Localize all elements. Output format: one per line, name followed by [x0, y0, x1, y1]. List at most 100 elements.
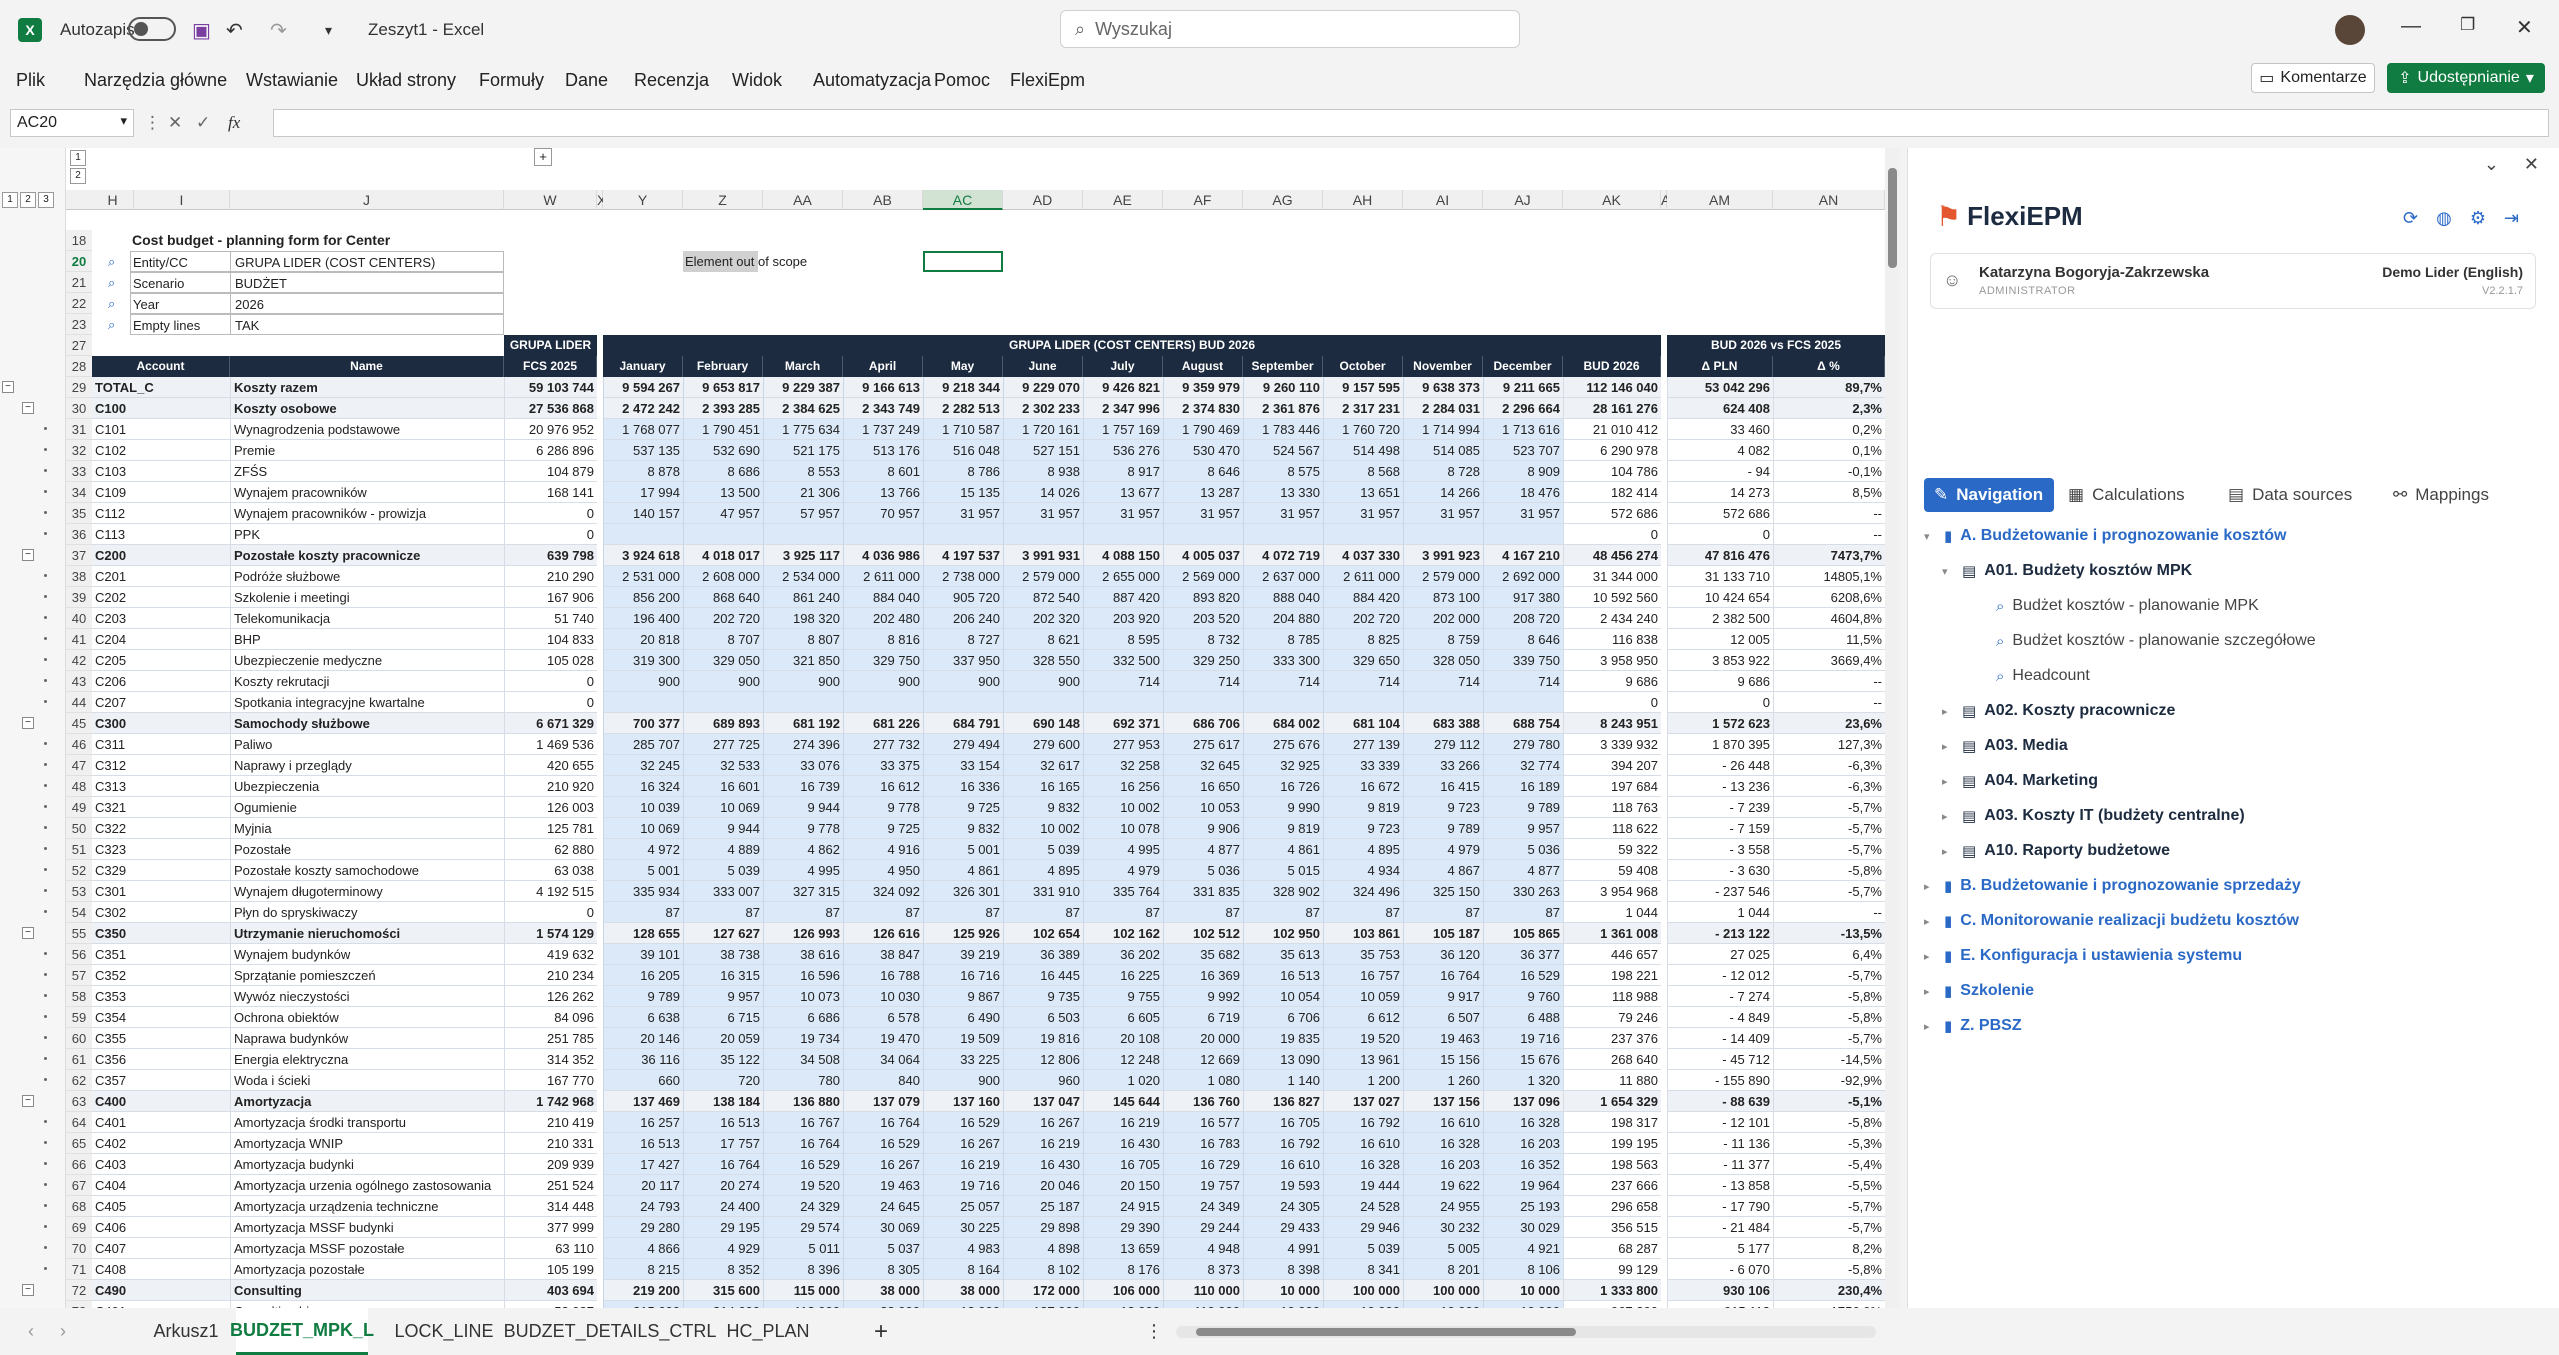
month-value[interactable]: 87 [1403, 902, 1483, 923]
month-value[interactable]: 279 600 [1003, 734, 1083, 755]
month-value[interactable]: 8 164 [923, 1259, 1003, 1280]
month-value[interactable]: 8 727 [923, 629, 1003, 650]
month-value[interactable]: 16 513 [683, 1112, 763, 1133]
month-value[interactable]: 8 621 [1003, 629, 1083, 650]
month-value[interactable]: 10 000 [1483, 1301, 1563, 1308]
month-value[interactable]: 2 534 000 [763, 566, 843, 587]
account-code[interactable]: C201 [92, 566, 230, 587]
column-header-ag[interactable]: AG [1243, 190, 1323, 210]
sheet-tab-budzet_details_ctrl[interactable]: BUDZET_DETAILS_CTRL [504, 1308, 717, 1355]
tab-calculations[interactable]: ▦ Calculations [2068, 478, 2210, 512]
row-header[interactable]: 63 [66, 1091, 92, 1112]
month-value[interactable]: 275 676 [1243, 734, 1323, 755]
month-value[interactable]: 29 280 [603, 1217, 683, 1238]
month-value[interactable]: 8 646 [1163, 461, 1243, 482]
tab-mappings[interactable]: ⚯ Mappings [2393, 478, 2523, 512]
column-title[interactable]: May [923, 356, 1003, 377]
month-value[interactable]: 9 819 [1323, 797, 1403, 818]
row-header[interactable]: 28 [66, 356, 92, 377]
account-name[interactable]: Wynajem pracowników [230, 482, 504, 503]
fcs-value[interactable]: 125 781 [504, 818, 597, 839]
month-value[interactable]: 102 654 [1003, 923, 1083, 944]
month-value[interactable]: 10 002 [1083, 797, 1163, 818]
month-value[interactable]: 15 156 [1403, 1049, 1483, 1070]
month-value[interactable]: 8 568 [1323, 461, 1403, 482]
row-header[interactable]: 23 [66, 314, 92, 335]
delta-pln[interactable]: 5 177 [1667, 1238, 1773, 1259]
account-code[interactable]: C400 [92, 1091, 230, 1112]
fcs-value[interactable]: 84 096 [504, 1007, 597, 1028]
month-value[interactable]: 328 550 [1003, 650, 1083, 671]
account-name[interactable]: Myjnia [230, 818, 504, 839]
account-code[interactable]: C301 [92, 881, 230, 902]
delta-pln[interactable]: - 17 790 [1667, 1196, 1773, 1217]
bud-total[interactable]: 21 010 412 [1563, 419, 1661, 440]
column-title[interactable]: Δ % [1773, 356, 1885, 377]
month-value[interactable]: 681 104 [1323, 713, 1403, 734]
month-value[interactable]: 33 225 [923, 1049, 1003, 1070]
delta-pct[interactable]: -- [1773, 671, 1885, 692]
month-value[interactable]: 683 388 [1403, 713, 1483, 734]
nav-tree-item[interactable]: ⌕ Headcount [1960, 664, 2090, 688]
month-value[interactable]: 102 512 [1163, 923, 1243, 944]
row-header[interactable]: 48 [66, 776, 92, 797]
bud-total[interactable]: 112 146 040 [1563, 377, 1661, 398]
account-name[interactable]: Amortyzacja budynki [230, 1154, 504, 1175]
month-value[interactable]: 4 898 [1003, 1238, 1083, 1259]
delta-pct[interactable]: 89,7% [1773, 377, 1885, 398]
account-code[interactable]: C408 [92, 1259, 230, 1280]
month-value[interactable]: 29 433 [1243, 1217, 1323, 1238]
month-value[interactable]: 20 150 [1083, 1175, 1163, 1196]
column-title[interactable]: FCS 2025 [504, 356, 597, 377]
month-value[interactable]: 9 867 [923, 986, 1003, 1007]
month-value[interactable]: 6 605 [1083, 1007, 1163, 1028]
month-value[interactable]: 16 513 [603, 1133, 683, 1154]
month-value[interactable]: 524 567 [1243, 440, 1323, 461]
bud-total[interactable]: 199 195 [1563, 1133, 1661, 1154]
nav-tree-item[interactable]: ▸ ▤ A03. Koszty IT (budżety centralne) [1942, 804, 2245, 828]
row-header[interactable]: 29 [66, 377, 92, 398]
month-value[interactable]: 9 166 613 [843, 377, 923, 398]
month-value[interactable]: 2 655 000 [1083, 566, 1163, 587]
row-header[interactable]: 41 [66, 629, 92, 650]
account-name[interactable]: Consulting biznesowy [230, 1301, 504, 1308]
fcs-value[interactable]: 4 192 515 [504, 881, 597, 902]
column-header-i[interactable]: I [134, 190, 230, 210]
menu-plik[interactable]: Plik [16, 60, 45, 100]
month-value[interactable]: 9 778 [843, 797, 923, 818]
account-name[interactable]: Sprzątanie pomieszczeń [230, 965, 504, 986]
month-value[interactable]: 884 040 [843, 587, 923, 608]
month-value[interactable]: 127 627 [683, 923, 763, 944]
month-value[interactable]: 329 050 [683, 650, 763, 671]
delta-pln[interactable]: 12 005 [1667, 629, 1773, 650]
month-value[interactable]: 203 920 [1083, 608, 1163, 629]
account-name[interactable]: Naprawy i przeglądy [230, 755, 504, 776]
month-value[interactable]: 960 [1003, 1070, 1083, 1091]
delta-pct[interactable]: 2,3% [1773, 398, 1885, 419]
bud-total[interactable]: 118 988 [1563, 986, 1661, 1007]
month-value[interactable] [923, 524, 1003, 545]
close-icon[interactable]: ✕ [2516, 15, 2533, 40]
month-value[interactable]: 9 755 [1083, 986, 1163, 1007]
fcs-value[interactable]: 403 694 [504, 1280, 597, 1301]
month-value[interactable]: 10 069 [603, 818, 683, 839]
month-value[interactable]: 137 027 [1323, 1091, 1403, 1112]
month-value[interactable]: 6 686 [763, 1007, 843, 1028]
month-value[interactable]: 16 328 [1403, 1133, 1483, 1154]
month-value[interactable]: 20 046 [1003, 1175, 1083, 1196]
account-name[interactable]: Pozostałe [230, 839, 504, 860]
month-value[interactable]: 9 594 267 [603, 377, 683, 398]
account-code[interactable]: C491 [92, 1301, 230, 1308]
column-title[interactable]: December [1483, 356, 1563, 377]
chevron-right-icon[interactable]: ▸ [1942, 775, 1954, 788]
month-value[interactable]: 6 490 [923, 1007, 1003, 1028]
month-value[interactable]: 4 921 [1483, 1238, 1563, 1259]
row-header[interactable]: 22 [66, 293, 92, 314]
month-value[interactable]: 17 757 [683, 1133, 763, 1154]
month-value[interactable]: 4 934 [1323, 860, 1403, 881]
month-value[interactable]: 8 601 [843, 461, 923, 482]
month-value[interactable]: 9 426 821 [1083, 377, 1163, 398]
month-value[interactable]: 31 957 [1483, 503, 1563, 524]
menu-pomoc[interactable]: Pomoc [934, 60, 990, 100]
delta-pct[interactable]: -5,7% [1773, 797, 1885, 818]
